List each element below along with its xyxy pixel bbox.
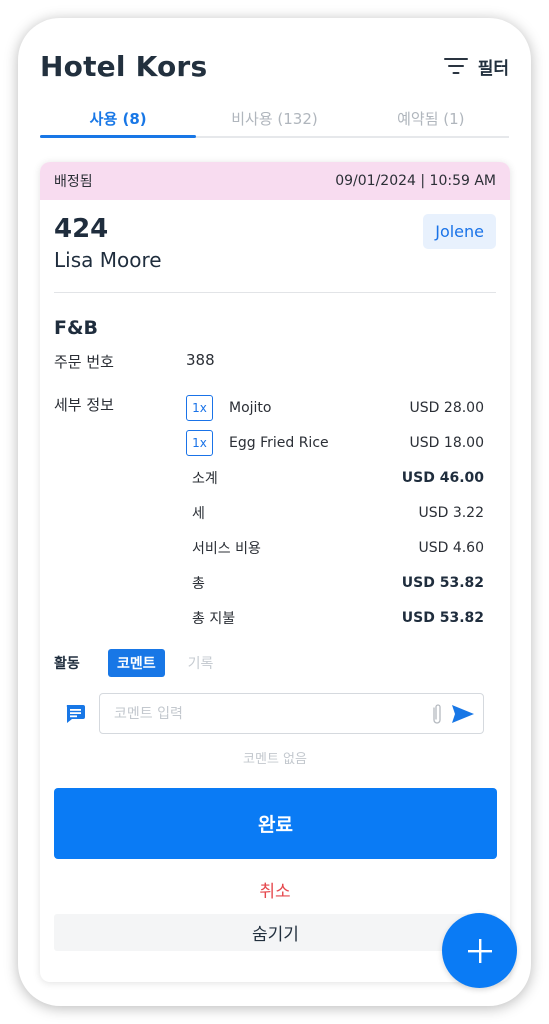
activity-row: 활동 코멘트 기록 [54,649,496,677]
filter-button[interactable]: 필터 [443,54,509,79]
summary-amount: USD 3.22 [418,504,484,521]
summary-amount: USD 53.82 [401,609,484,626]
assignee-badge[interactable]: Jolene [423,214,496,249]
order-card: 배정됨 09/01/2024 | 10:59 AM 424 Lisa Moore… [40,162,510,982]
summary-service-fee: 서비스 비용 USD 4.60 [186,530,484,565]
details-section: 세부 정보 1x Mojito USD 28.00 1x Egg Fried R… [54,390,496,635]
complete-button[interactable]: 완료 [54,788,497,859]
summary-amount: USD 4.60 [418,539,484,556]
tab-reserved[interactable]: 예약됨 (1) [353,102,509,136]
comment-input[interactable] [114,705,431,722]
item-price: USD 18.00 [409,434,484,451]
empty-comments-text: 코멘트 없음 [243,752,307,767]
details-label: 세부 정보 [54,396,114,414]
add-button[interactable] [442,913,517,988]
order-item: 1x Mojito USD 28.00 [186,390,484,425]
tab-comments[interactable]: 코멘트 [108,649,165,677]
phone-frame: Hotel Kors 필터 사용 (8) 비사용 (132) 예약됨 (1) 배… [18,18,531,1006]
summary-amount: USD 46.00 [401,469,484,486]
order-number-label: 주문 번호 [54,353,114,371]
paperclip-icon[interactable] [431,702,443,726]
plus-icon [467,938,492,963]
page-title: Hotel Kors [40,49,208,83]
hide-button[interactable]: 숨기기 [54,914,497,951]
app-header: Hotel Kors 필터 [40,46,509,86]
room-row: 424 Lisa Moore Jolene [54,200,496,272]
filter-icon [443,57,468,75]
status-badge: 배정됨 [54,174,93,190]
status-tabs: 사용 (8) 비사용 (132) 예약됨 (1) [40,102,509,138]
comment-icon [64,703,86,725]
item-name: Egg Fried Rice [229,434,329,451]
item-price: USD 28.00 [409,399,484,416]
summary-label: 총 지불 [192,610,236,627]
order-number-value: 388 [186,351,215,369]
summary-amount: USD 53.82 [401,574,484,591]
summary-label: 서비스 비용 [192,540,261,557]
comment-box [99,693,484,734]
summary-label: 세 [192,505,205,522]
divider [54,292,496,293]
card-body: 424 Lisa Moore Jolene F&B 주문 번호 388 세부 정… [40,200,510,951]
send-icon[interactable] [451,704,475,724]
item-name: Mojito [229,399,272,416]
quantity-badge: 1x [186,429,213,456]
section-title: F&B [54,317,99,339]
activity-label: 활동 [54,656,80,672]
filter-label: 필터 [477,58,509,79]
tab-not-in-use[interactable]: 비사용 (132) [196,102,352,136]
tab-history[interactable]: 기록 [179,649,223,677]
summary-tax: 세 USD 3.22 [186,495,484,530]
order-number-row: 주문 번호 388 [54,351,496,372]
cancel-button[interactable]: 취소 [54,877,496,902]
summary-label: 총 [192,575,205,592]
guest-name: Lisa Moore [54,248,162,272]
summary-label: 소계 [192,470,218,487]
order-item: 1x Egg Fried Rice USD 18.00 [186,425,484,460]
room-number: 424 [54,214,109,244]
summary-total-paid: 총 지불 USD 53.82 [186,600,484,635]
quantity-badge: 1x [186,394,213,421]
order-datetime: 09/01/2024 | 10:59 AM [335,173,496,189]
summary-subtotal: 소계 USD 46.00 [186,460,484,495]
card-status-bar: 배정됨 09/01/2024 | 10:59 AM [40,162,510,200]
tab-in-use[interactable]: 사용 (8) [40,102,197,138]
summary-total: 총 USD 53.82 [186,565,484,600]
comment-row [54,693,496,734]
